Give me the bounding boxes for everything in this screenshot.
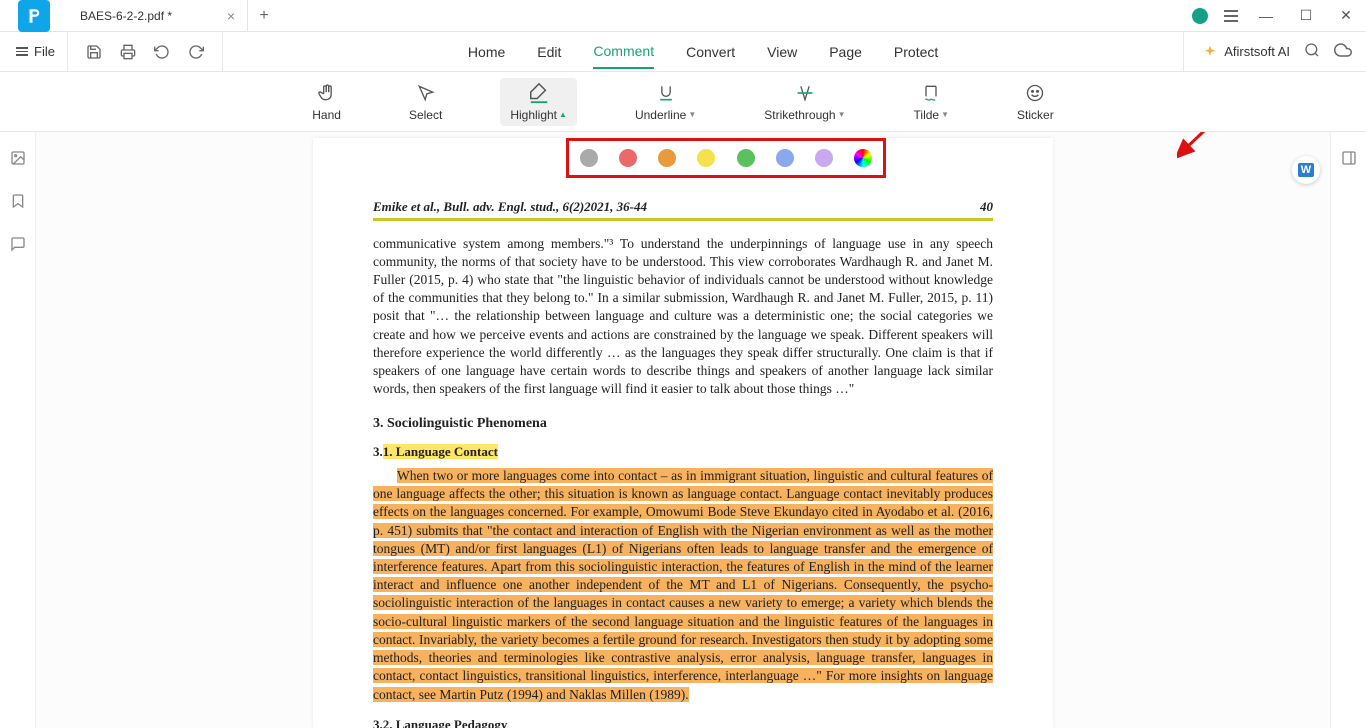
caret-down-icon: ▼ [941, 110, 949, 119]
color-yellow[interactable] [697, 149, 715, 167]
color-custom[interactable] [854, 149, 872, 167]
menu-home[interactable]: Home [468, 36, 505, 68]
highlight-color-picker [566, 138, 886, 178]
document-canvas[interactable]: W Emike et al., Bull. adv. Engl. stud., … [36, 132, 1330, 728]
select-label: Select [409, 108, 442, 122]
caret-down-icon: ▼ [688, 110, 696, 119]
heading-4: 3.1. Language Contact [373, 443, 993, 461]
strike-icon [795, 82, 815, 104]
app-logo[interactable] [18, 0, 50, 32]
page-header-left: Emike et al., Bull. adv. Engl. stud., 6(… [373, 198, 647, 216]
tilde-icon [921, 82, 941, 104]
underline-label: Underline [635, 108, 686, 122]
main-menu: Home Edit Comment Convert View Page Prot… [468, 32, 938, 72]
hand-icon [317, 82, 337, 104]
tilde-label: Tilde [914, 108, 940, 122]
search-icon[interactable] [1304, 42, 1320, 61]
page-number: 40 [980, 198, 993, 216]
hamburger-icon [16, 47, 28, 56]
save-icon[interactable] [86, 44, 102, 60]
sticker-icon [1025, 82, 1045, 104]
tilde-tool[interactable]: Tilde▼ [904, 78, 960, 126]
cursor-icon [416, 82, 436, 104]
paragraph-highlighted: When two or more languages come into con… [373, 467, 993, 704]
sticker-label: Sticker [1017, 108, 1054, 122]
user-avatar[interactable] [1192, 8, 1208, 24]
select-tool[interactable]: Select [399, 78, 452, 126]
panel-icon[interactable] [1341, 150, 1357, 169]
window-close[interactable]: ✕ [1334, 7, 1358, 24]
color-gray[interactable] [580, 149, 598, 167]
tab-label: BAES-6-2-2.pdf * [80, 9, 172, 23]
heading-3: 3. Sociolinguistic Phenomena [373, 415, 993, 434]
highlighted-text: 1. Language Contact [383, 444, 498, 459]
comment-ribbon: Hand Select Highlight▲ Underline▼ Strike… [0, 72, 1366, 132]
file-label: File [34, 44, 55, 59]
print-icon[interactable] [120, 44, 136, 60]
heading-4: 3.2. Language Pedagogy [373, 716, 993, 728]
menu-page[interactable]: Page [829, 36, 862, 68]
sticker-tool[interactable]: Sticker [1007, 78, 1064, 126]
highlight-icon [528, 82, 550, 104]
pdf-page: Emike et al., Bull. adv. Engl. stud., 6(… [313, 138, 1053, 728]
workspace: W Emike et al., Bull. adv. Engl. stud., … [0, 132, 1366, 728]
ai-label: Afirstsoft AI [1224, 44, 1290, 59]
hand-tool[interactable]: Hand [302, 78, 351, 126]
color-green[interactable] [737, 149, 755, 167]
main-menu-icon[interactable] [1224, 10, 1238, 22]
underline-icon [656, 82, 676, 104]
menu-bar: File Home Edit Comment Convert View Page… [0, 32, 1366, 72]
title-bar: BAES-6-2-2.pdf * × + — ☐ ✕ [0, 0, 1366, 32]
paragraph: communicative system among members."³ To… [373, 235, 993, 399]
caret-up-icon: ▲ [559, 110, 567, 119]
highlight-tool[interactable]: Highlight▲ [500, 78, 577, 126]
caret-down-icon: ▼ [838, 110, 846, 119]
highlighted-text: When two or more languages come into con… [373, 468, 993, 702]
highlight-label: Highlight [510, 108, 557, 122]
thumbnails-icon[interactable] [10, 150, 26, 169]
undo-icon[interactable] [154, 44, 170, 60]
underline-tool[interactable]: Underline▼ [625, 78, 706, 126]
new-tab-button[interactable]: + [248, 7, 280, 25]
header-rule [373, 218, 993, 221]
close-tab-icon[interactable]: × [227, 8, 235, 24]
export-word-button[interactable]: W [1292, 156, 1320, 184]
window-minimize[interactable]: — [1254, 8, 1278, 24]
file-button[interactable]: File [4, 32, 68, 72]
bookmark-icon[interactable] [10, 193, 26, 212]
word-icon: W [1298, 163, 1314, 177]
comments-icon[interactable] [10, 236, 26, 255]
menu-comment[interactable]: Comment [593, 35, 654, 69]
color-orange[interactable] [658, 149, 676, 167]
ai-button[interactable]: Afirstsoft AI [1202, 44, 1290, 60]
left-sidebar [0, 132, 36, 728]
strike-tool[interactable]: Strikethrough▼ [754, 78, 855, 126]
color-purple[interactable] [815, 149, 833, 167]
cloud-icon[interactable] [1334, 41, 1352, 62]
window-maximize[interactable]: ☐ [1294, 7, 1318, 24]
menu-convert[interactable]: Convert [686, 36, 735, 68]
redo-icon[interactable] [188, 44, 204, 60]
strike-label: Strikethrough [764, 108, 835, 122]
color-blue[interactable] [776, 149, 794, 167]
menu-view[interactable]: View [767, 36, 797, 68]
menu-protect[interactable]: Protect [894, 36, 938, 68]
document-tab[interactable]: BAES-6-2-2.pdf * × [68, 0, 248, 32]
menu-edit[interactable]: Edit [537, 36, 561, 68]
right-sidebar [1330, 132, 1366, 728]
color-red[interactable] [619, 149, 637, 167]
hand-label: Hand [312, 108, 341, 122]
annotation-arrow [1177, 132, 1227, 159]
